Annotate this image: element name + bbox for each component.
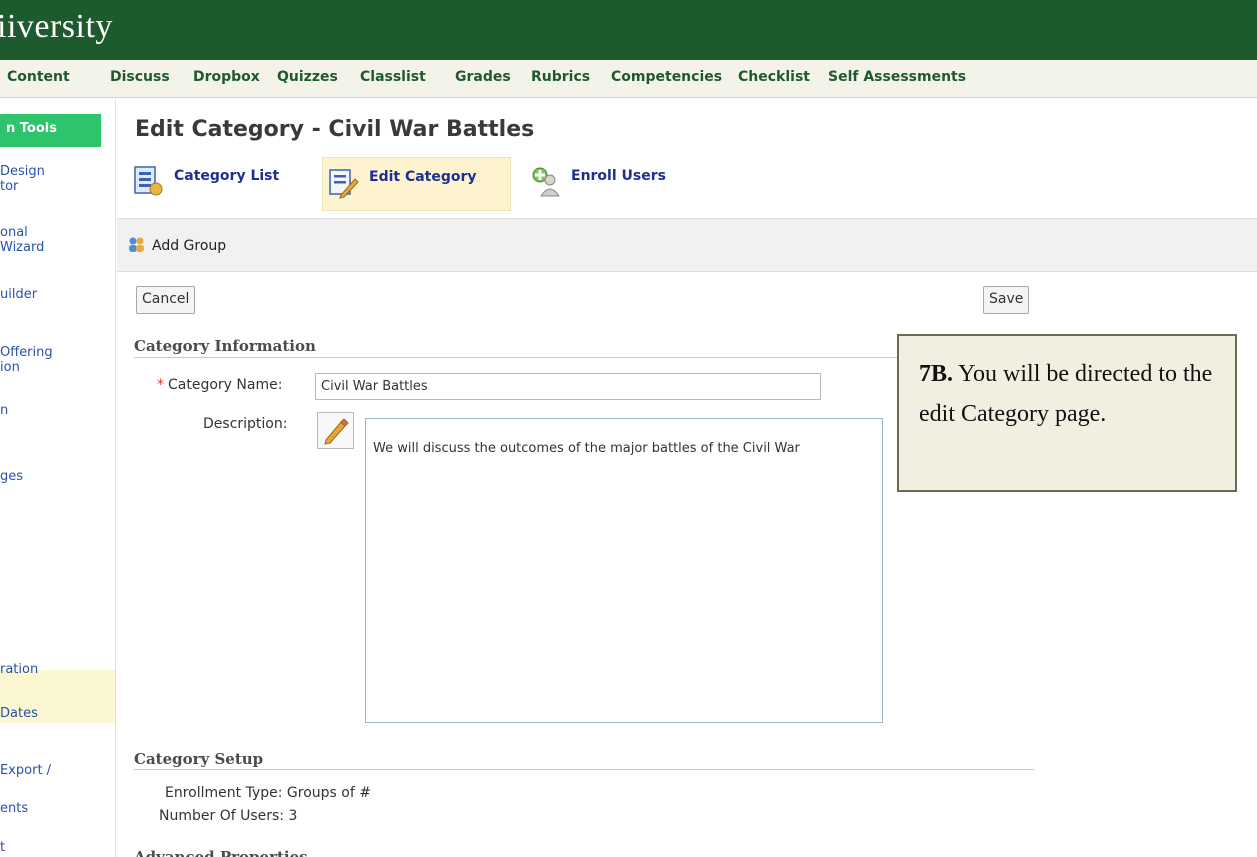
description-label: Description: [203, 416, 288, 432]
nav-item-dropbox[interactable]: Dropbox [193, 69, 260, 85]
sidebar-item-9[interactable]: Export / [0, 763, 110, 778]
cancel-button[interactable]: Cancel [136, 286, 196, 314]
nav-item-rubrics[interactable]: Rubrics [531, 69, 590, 85]
enrollment-type-row: Enrollment Type: Groups of # [165, 785, 371, 801]
category-list-icon [134, 166, 163, 196]
nav-item-classlist[interactable]: Classlist [360, 69, 426, 85]
category-information-heading: Category Information [134, 337, 316, 355]
tab-category-list-label: Category List [174, 168, 280, 184]
enrollment-type-value: Groups of # [286, 785, 371, 801]
required-marker: * [157, 377, 164, 393]
action-toolbar: Add Group [117, 218, 1257, 272]
nav-item-self-assessments[interactable]: Self Assessments [828, 69, 966, 85]
category-setup-heading: Category Setup [134, 750, 264, 768]
add-group-label: Add Group [152, 238, 227, 254]
tab-enroll-users[interactable]: Enroll Users [525, 157, 700, 211]
edit-description-button[interactable] [317, 412, 354, 449]
tab-category-list[interactable]: Category List [128, 157, 308, 211]
section-divider [134, 357, 898, 358]
sidebar-item-6[interactable]: ges [0, 469, 110, 484]
add-group-icon [129, 237, 144, 252]
sidebar-item-1[interactable]: Design tor [0, 164, 110, 194]
sidebar-item-8[interactable]: Dates [0, 706, 110, 721]
pencil-icon [324, 418, 349, 445]
section-divider-setup [134, 769, 1034, 770]
page-title: Edit Category - Civil War Battles [135, 117, 535, 142]
sidebar-item-3[interactable]: uilder [0, 287, 110, 302]
nav-item-quizzes[interactable]: Quizzes [277, 69, 338, 85]
sidebar-item-7[interactable]: ration [0, 662, 110, 677]
enroll-users-icon [532, 167, 560, 197]
category-name-input[interactable] [315, 373, 821, 400]
sidebar-item-10[interactable]: ents [0, 801, 110, 816]
callout-step: 7B. [919, 361, 954, 387]
sidebar-item-5[interactable]: n [0, 403, 110, 418]
tab-enroll-users-label: Enroll Users [571, 168, 666, 184]
description-textarea[interactable]: We will discuss the outcomes of the majo… [365, 418, 883, 723]
instruction-callout: 7B. You will be directed to the edit Cat… [897, 334, 1237, 492]
advanced-properties-heading: Advanced Properties [134, 848, 308, 857]
course-navbar: Content Discuss Dropbox Quizzes Classlis… [0, 60, 1257, 98]
number-of-users-row: Number Of Users: 3 [159, 808, 297, 824]
tab-edit-category[interactable]: Edit Category [322, 157, 511, 211]
callout-text: You will be directed to the edit Categor… [919, 361, 1213, 427]
sidebar-item-2[interactable]: onal Wizard [0, 225, 110, 255]
edit-category-icon [329, 169, 359, 199]
nav-item-content[interactable]: Content [7, 69, 70, 85]
admin-tools-sidebar: n Tools Design tor onal Wizard uilder Offe… [0, 99, 116, 857]
add-group-button[interactable]: Add Group [127, 235, 226, 254]
save-button[interactable]: Save [983, 286, 1030, 314]
nav-item-checklist[interactable]: Checklist [738, 69, 810, 85]
number-of-users-value: 3 [288, 808, 298, 824]
nav-item-grades[interactable]: Grades [455, 69, 511, 85]
description-text: We will discuss the outcomes of the majo… [373, 441, 800, 456]
tab-edit-category-label: Edit Category [369, 169, 477, 185]
nav-item-discuss[interactable]: Discuss [110, 69, 170, 85]
category-name-label: * Category Name: [157, 377, 283, 393]
sidebar-item-4[interactable]: Offering ion [0, 345, 110, 375]
enrollment-type-label: Enrollment Type: [165, 785, 283, 801]
banner-title: iiversity [0, 8, 113, 45]
number-of-users-label: Number Of Users: [159, 808, 285, 824]
sidebar-item-11[interactable]: t [0, 840, 110, 855]
sidebar-header: n Tools [0, 114, 101, 147]
university-banner: iiversity [0, 0, 1257, 60]
nav-item-competencies[interactable]: Competencies [611, 69, 722, 85]
